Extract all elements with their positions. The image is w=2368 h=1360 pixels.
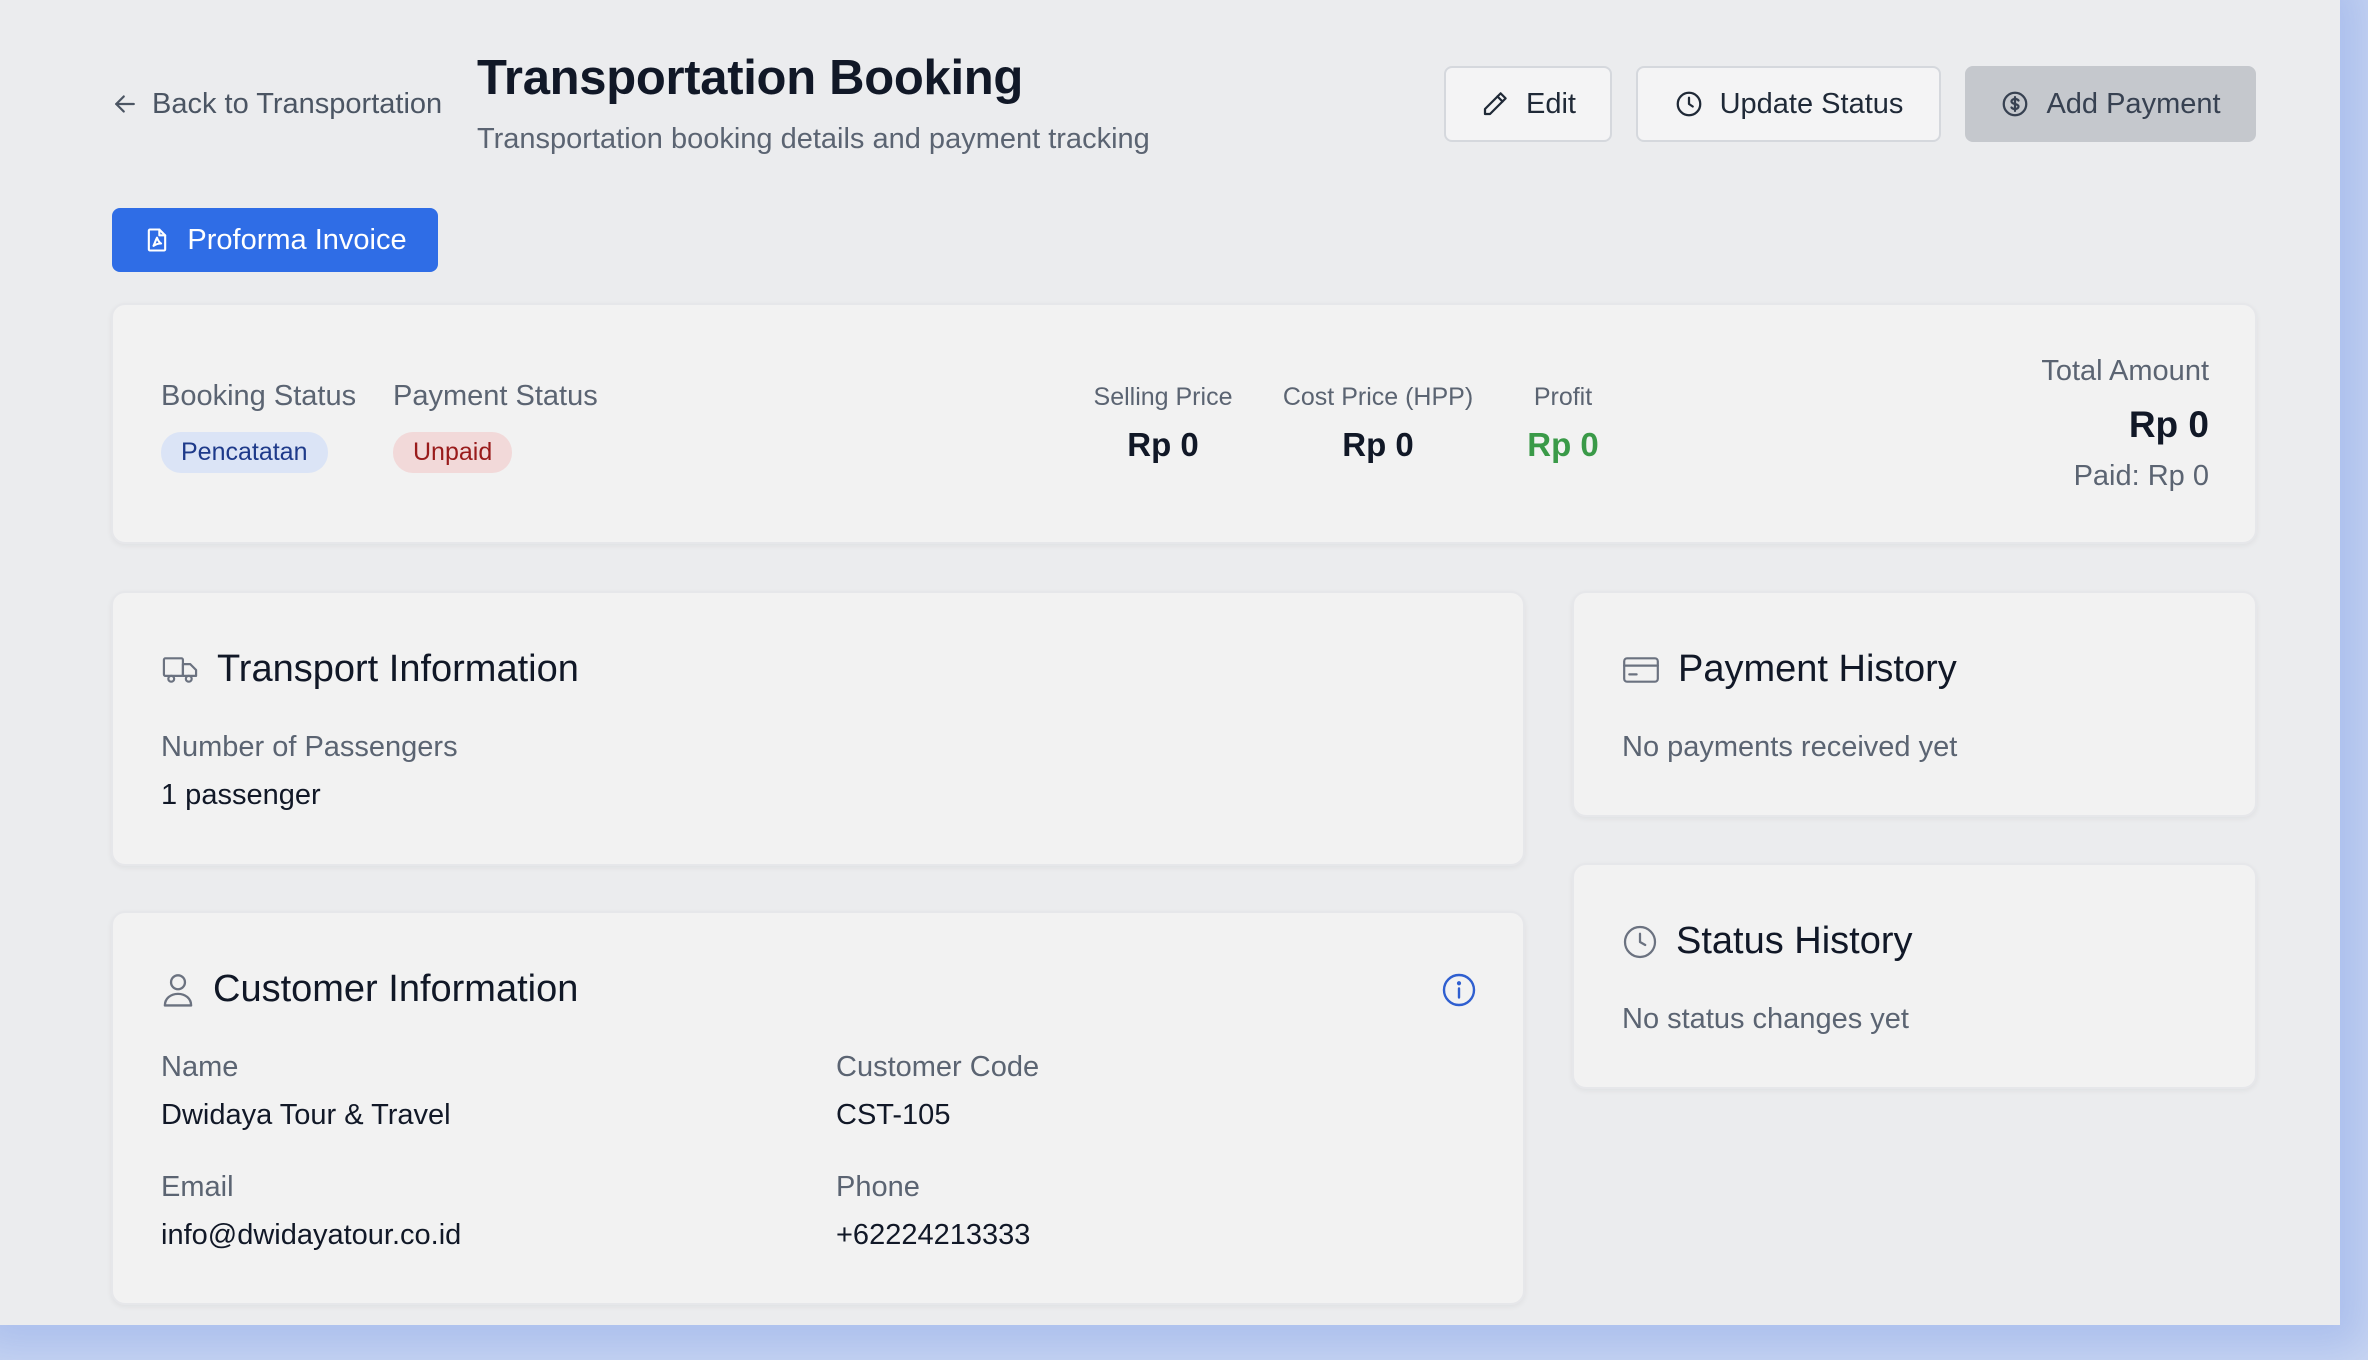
selling-price-label: Selling Price xyxy=(1093,383,1233,411)
customer-information-card: Customer Information Name Dwidaya Tour &… xyxy=(111,911,1525,1305)
update-status-button[interactable]: Update Status xyxy=(1636,66,1941,142)
payment-status-badge: Unpaid xyxy=(393,432,513,473)
total-amount-value: Rp 0 xyxy=(2128,404,2209,445)
payment-status-value: Unpaid xyxy=(393,432,513,473)
payment-history-card: Payment History No payments received yet xyxy=(1572,591,2257,817)
customer-phone-value: +62224213333 xyxy=(836,1219,1031,1251)
customer-email-label: Email xyxy=(161,1171,234,1203)
customer-card-title: Customer Information xyxy=(213,968,579,1010)
profit-label: Profit xyxy=(1533,383,1593,411)
status-history-empty-text: No status changes yet xyxy=(1622,1003,1909,1035)
clock-icon xyxy=(1622,924,1658,960)
proforma-invoice-label: Proforma Invoice xyxy=(187,223,407,256)
back-to-transportation-link[interactable]: Back to Transportation xyxy=(110,84,442,124)
info-icon[interactable] xyxy=(1441,972,1477,1008)
page-title: Transportation Booking xyxy=(477,51,1024,105)
page-subtitle: Transportation booking details and payme… xyxy=(477,123,1150,155)
profit-value: Rp 0 xyxy=(1527,426,1599,463)
update-status-button-label: Update Status xyxy=(1719,87,1904,120)
arrow-left-icon xyxy=(110,89,140,119)
cost-price-label: Cost Price (HPP) xyxy=(1282,383,1474,411)
transport-card-header: Transport Information xyxy=(161,648,579,691)
selling-price-metric: Selling Price Rp 0 xyxy=(1053,383,1273,464)
back-link-label: Back to Transportation xyxy=(152,87,443,120)
payment-status-label: Payment Status xyxy=(393,380,598,412)
file-pdf-icon xyxy=(143,225,171,255)
status-history-card: Status History No status changes yet xyxy=(1572,863,2257,1089)
selling-price-value: Rp 0 xyxy=(1127,426,1199,463)
proforma-invoice-button[interactable]: Proforma Invoice xyxy=(112,208,438,272)
customer-email-value: info@dwidayatour.co.id xyxy=(161,1219,462,1251)
profit-metric: Profit Rp 0 xyxy=(1493,383,1633,464)
add-payment-button[interactable]: Add Payment xyxy=(1965,66,2256,142)
payment-history-empty-text: No payments received yet xyxy=(1622,731,1958,763)
summary-card: Booking Status Pencatatan Payment Status… xyxy=(111,303,2257,544)
transport-card-title: Transport Information xyxy=(217,648,579,690)
total-amount-block: Total Amount Rp 0 Paid: Rp 0 xyxy=(2041,355,2209,493)
edit-button[interactable]: Edit xyxy=(1444,66,1612,142)
customer-code-label: Customer Code xyxy=(836,1051,1040,1083)
booking-status-value: Pencatatan xyxy=(161,432,328,473)
pencil-icon xyxy=(1480,89,1510,119)
payment-history-header: Payment History xyxy=(1622,648,1957,691)
passengers-label: Number of Passengers xyxy=(161,731,458,763)
customer-code-value: CST-105 xyxy=(836,1099,951,1131)
payment-history-title: Payment History xyxy=(1678,648,1957,690)
user-icon xyxy=(161,971,195,1009)
add-payment-button-label: Add Payment xyxy=(2046,87,2221,120)
page-frame: Back to Transportation Transportation Bo… xyxy=(0,0,2340,1325)
customer-name-value: Dwidaya Tour & Travel xyxy=(161,1099,451,1131)
cost-price-metric: Cost Price (HPP) Rp 0 xyxy=(1248,383,1508,464)
dollar-circle-icon xyxy=(2000,89,2030,119)
status-history-title: Status History xyxy=(1676,920,1913,962)
cost-price-value: Rp 0 xyxy=(1342,426,1414,463)
customer-name-label: Name xyxy=(161,1051,239,1083)
status-history-header: Status History xyxy=(1622,920,1913,963)
customer-phone-label: Phone xyxy=(836,1171,920,1203)
truck-icon xyxy=(161,653,199,687)
booking-status-badge: Pencatatan xyxy=(161,432,328,473)
transport-information-card: Transport Information Number of Passenge… xyxy=(111,591,1525,866)
clock-icon xyxy=(1674,89,1704,119)
credit-card-icon xyxy=(1622,655,1660,685)
customer-card-header: Customer Information xyxy=(161,968,578,1011)
paid-amount-text: Paid: Rp 0 xyxy=(2073,460,2209,492)
total-amount-label: Total Amount xyxy=(2041,355,2209,387)
edit-button-label: Edit xyxy=(1526,87,1576,120)
booking-status-label: Booking Status xyxy=(161,380,357,412)
passengers-value: 1 passenger xyxy=(161,779,321,811)
